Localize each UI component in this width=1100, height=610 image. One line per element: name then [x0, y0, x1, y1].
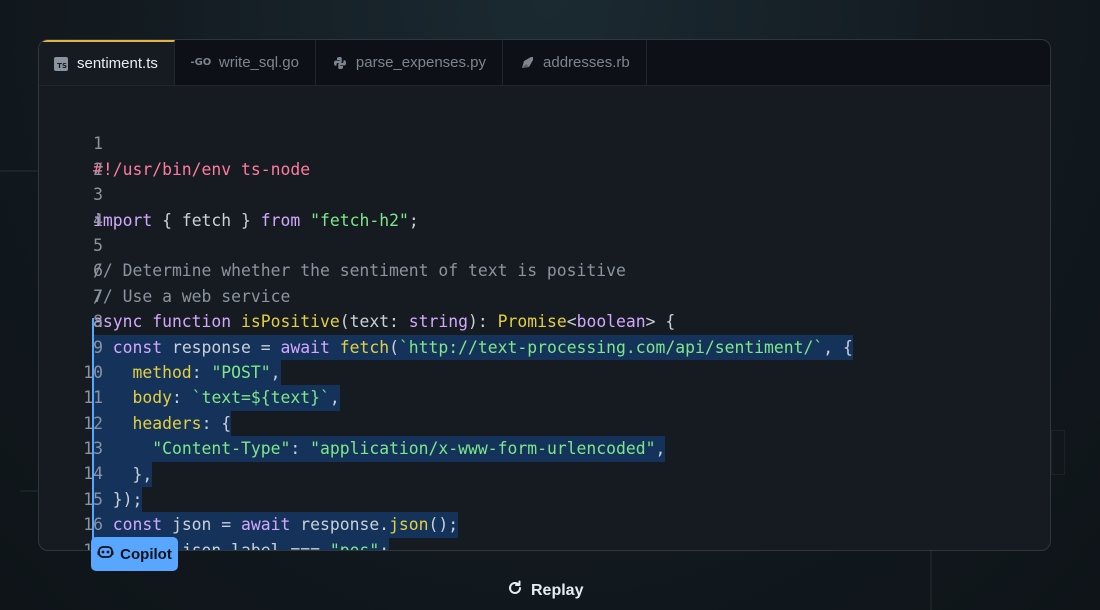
code-line: 2 [39, 131, 1050, 179]
copilot-icon [97, 545, 114, 564]
code-line: 3 import { fetch } from "fetch-h2"; [39, 157, 1050, 229]
tab-label: write_sql.go [218, 54, 299, 71]
background-grid-line [20, 490, 38, 492]
suggestion-indicator-bar [92, 318, 94, 550]
tab-addresses-rb[interactable]: addresses.rb [503, 40, 647, 85]
python-icon [332, 55, 348, 71]
go-icon: -GO [190, 57, 212, 68]
code-line: 4 [39, 182, 1050, 230]
code-line: 17 } [39, 512, 1050, 550]
replay-icon [507, 580, 523, 601]
code-line: 8 const response = await fetch(`http://t… [39, 284, 1050, 360]
code-line: 10 body: `text=${text}`, [39, 335, 1050, 411]
background-grid-line [0, 170, 38, 172]
code-token: ; [379, 540, 390, 551]
code-area[interactable]: 1 #!/usr/bin/env ts-node 2 3 import { fe… [39, 106, 1050, 550]
typescript-icon: TS [53, 56, 69, 72]
code-line: 15 const json = await response.json(); [39, 461, 1050, 538]
ruby-icon [519, 55, 535, 71]
tab-label: sentiment.ts [77, 55, 158, 72]
code-line: 16 return json.label === "pos"; [39, 487, 1050, 550]
code-line: 14 }); [39, 436, 1050, 513]
background-grid-line [1051, 430, 1065, 475]
code-line: 12 "Content-Type": "application/x-www-fo… [39, 385, 1050, 462]
copilot-badge[interactable]: Copilot [91, 537, 178, 571]
code-line: 9 method: "POST", [39, 309, 1050, 386]
tab-label: parse_expenses.py [355, 54, 487, 71]
code-line: 11 headers: { [39, 360, 1050, 437]
code-line: 1 #!/usr/bin/env ts-node [39, 106, 1050, 178]
code-line: 13 }, [39, 411, 1050, 487]
code-line: 5 // Determine whether the sentiment of … [39, 208, 1050, 280]
replay-button[interactable]: Replay [507, 580, 583, 601]
ts-badge: TS [54, 56, 68, 71]
code-token: json.label === [171, 540, 330, 551]
tab-sentiment-ts[interactable]: TS sentiment.ts [39, 40, 175, 85]
code-line: 6 // Use a web service [39, 233, 1050, 305]
tab-write-sql-go[interactable]: -GO write_sql.go [175, 40, 316, 85]
copilot-label: Copilot [120, 545, 172, 563]
tab-label: addresses.rb [543, 54, 630, 71]
code-line: 7 async function isPositive(text: string… [39, 258, 1050, 331]
code-editor-window: TS sentiment.ts -GO write_sql.go parse_e… [38, 39, 1051, 551]
tab-parse-expenses-py[interactable]: parse_expenses.py [316, 40, 504, 85]
code-token: "pos" [329, 540, 380, 551]
replay-label: Replay [531, 581, 584, 599]
tab-bar: TS sentiment.ts -GO write_sql.go parse_e… [39, 40, 1050, 86]
